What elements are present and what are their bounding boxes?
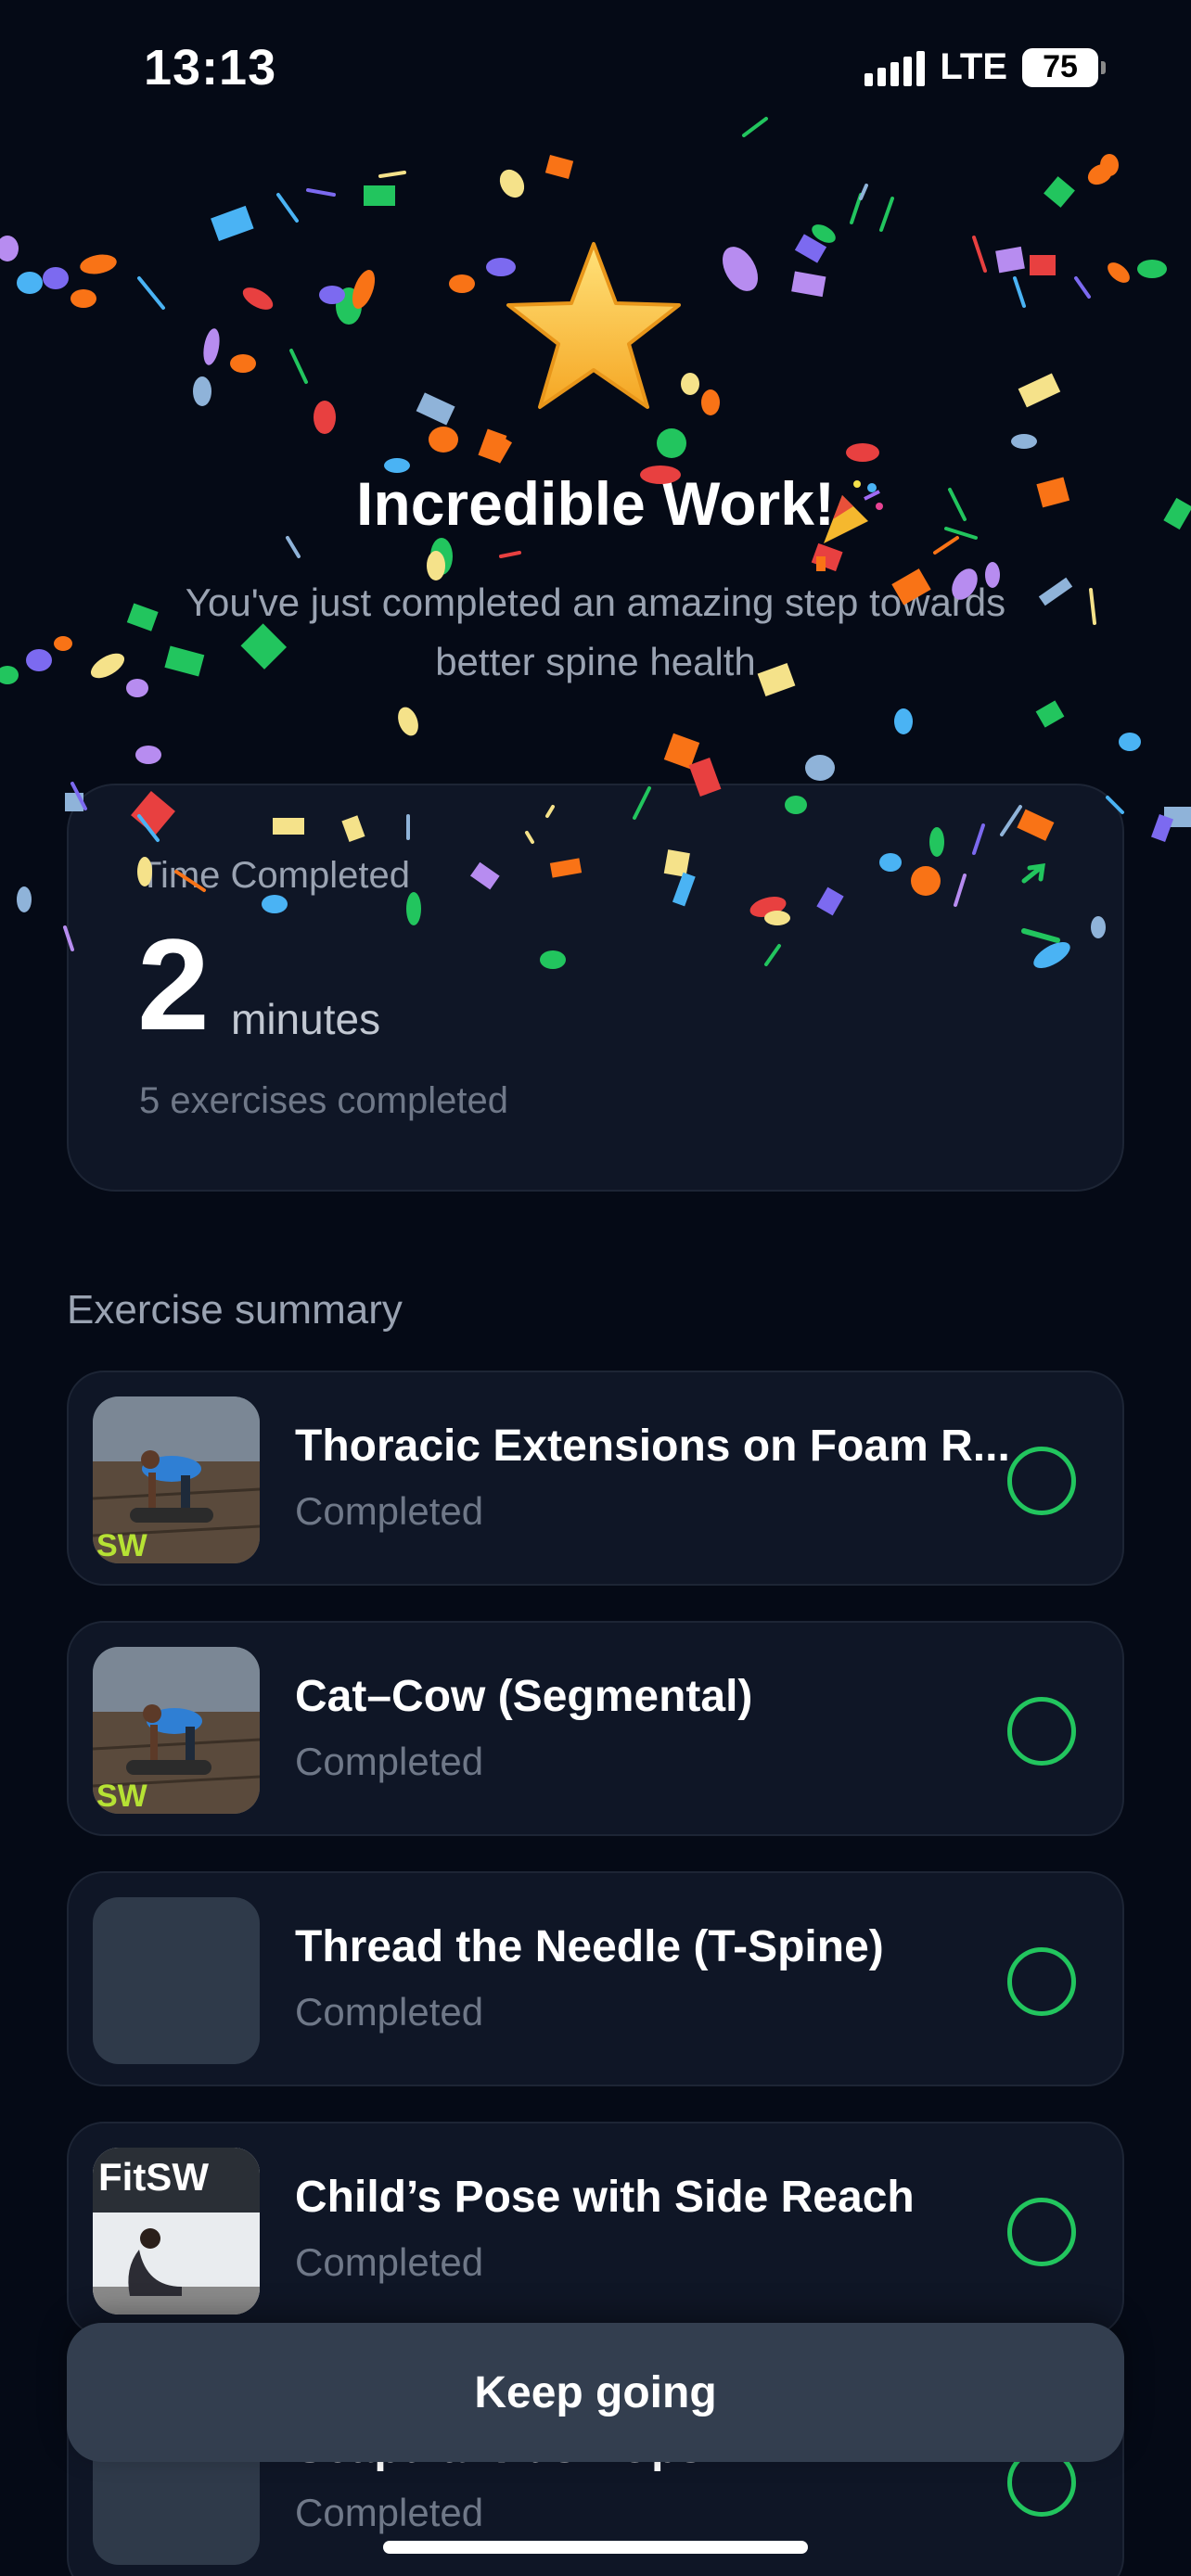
check-circle-icon[interactable] — [1007, 1447, 1076, 1515]
list-item[interactable]: Thread the Needle (T-Spine) Completed — [67, 1871, 1124, 2086]
exercise-status: Completed — [295, 1740, 484, 1783]
exercise-status: Completed — [295, 1990, 484, 2034]
list-item[interactable]: SW Cat–Cow (Segmental) Completed — [67, 1621, 1124, 1836]
time-label: Time Completed — [139, 855, 410, 896]
status-indicators: LTE 75 — [864, 46, 1106, 88]
exercise-thumbnail: SW — [93, 1647, 260, 1814]
star-icon — [506, 242, 681, 409]
exercise-thumbnail-placeholder — [93, 1897, 260, 2064]
home-indicator[interactable] — [383, 2541, 808, 2554]
list-item[interactable]: SW Thoracic Extensions on Foam R... Comp… — [67, 1371, 1124, 1586]
battery-level: 75 — [1043, 49, 1078, 84]
check-circle-icon[interactable] — [1007, 1947, 1076, 2016]
logo-text: FitSW — [98, 2155, 209, 2199]
status-time: 13:13 — [144, 40, 277, 96]
network-label: LTE — [940, 46, 1007, 87]
time-completed-card: Time Completed 2 minutes 5 exercises com… — [67, 784, 1124, 1192]
exercise-thumbnail: FitSW — [93, 2148, 260, 2315]
time-unit: minutes — [231, 995, 381, 1043]
page-title: Incredible Work! — [356, 469, 835, 538]
exercise-name: Cat–Cow (Segmental) — [295, 1672, 753, 1721]
check-circle-icon[interactable] — [1007, 1697, 1076, 1766]
page-subtitle: You've just completed an amazing step to… — [185, 580, 1006, 683]
exercise-name: Child’s Pose with Side Reach — [295, 2173, 915, 2222]
exercise-status: Completed — [295, 1489, 484, 1533]
list-item[interactable]: FitSW Child’s Pose with Side Reach Compl… — [67, 2122, 1124, 2337]
battery-icon: 75 — [1022, 47, 1106, 87]
exercise-name: Thoracic Extensions on Foam R... — [295, 1422, 1010, 1471]
exercise-name: Thread the Needle (T-Spine) — [295, 1922, 884, 1971]
status-bar: 13:13 LTE 75 — [0, 0, 1191, 139]
party-popper-icon — [824, 480, 883, 543]
exercise-status: Completed — [295, 2491, 484, 2534]
time-value: 2 — [137, 912, 210, 1057]
brand-text: SW — [96, 1528, 148, 1563]
keep-going-button[interactable]: Keep going — [67, 2323, 1124, 2462]
exercise-status: Completed — [295, 2240, 484, 2284]
section-title: Exercise summary — [67, 1287, 403, 1333]
exercises-count: 5 exercises completed — [139, 1080, 508, 1121]
check-circle-icon[interactable] — [1007, 2198, 1076, 2266]
exercise-thumbnail: SW — [93, 1396, 260, 1563]
brand-text: SW — [96, 1779, 148, 1814]
signal-icon — [864, 49, 926, 86]
